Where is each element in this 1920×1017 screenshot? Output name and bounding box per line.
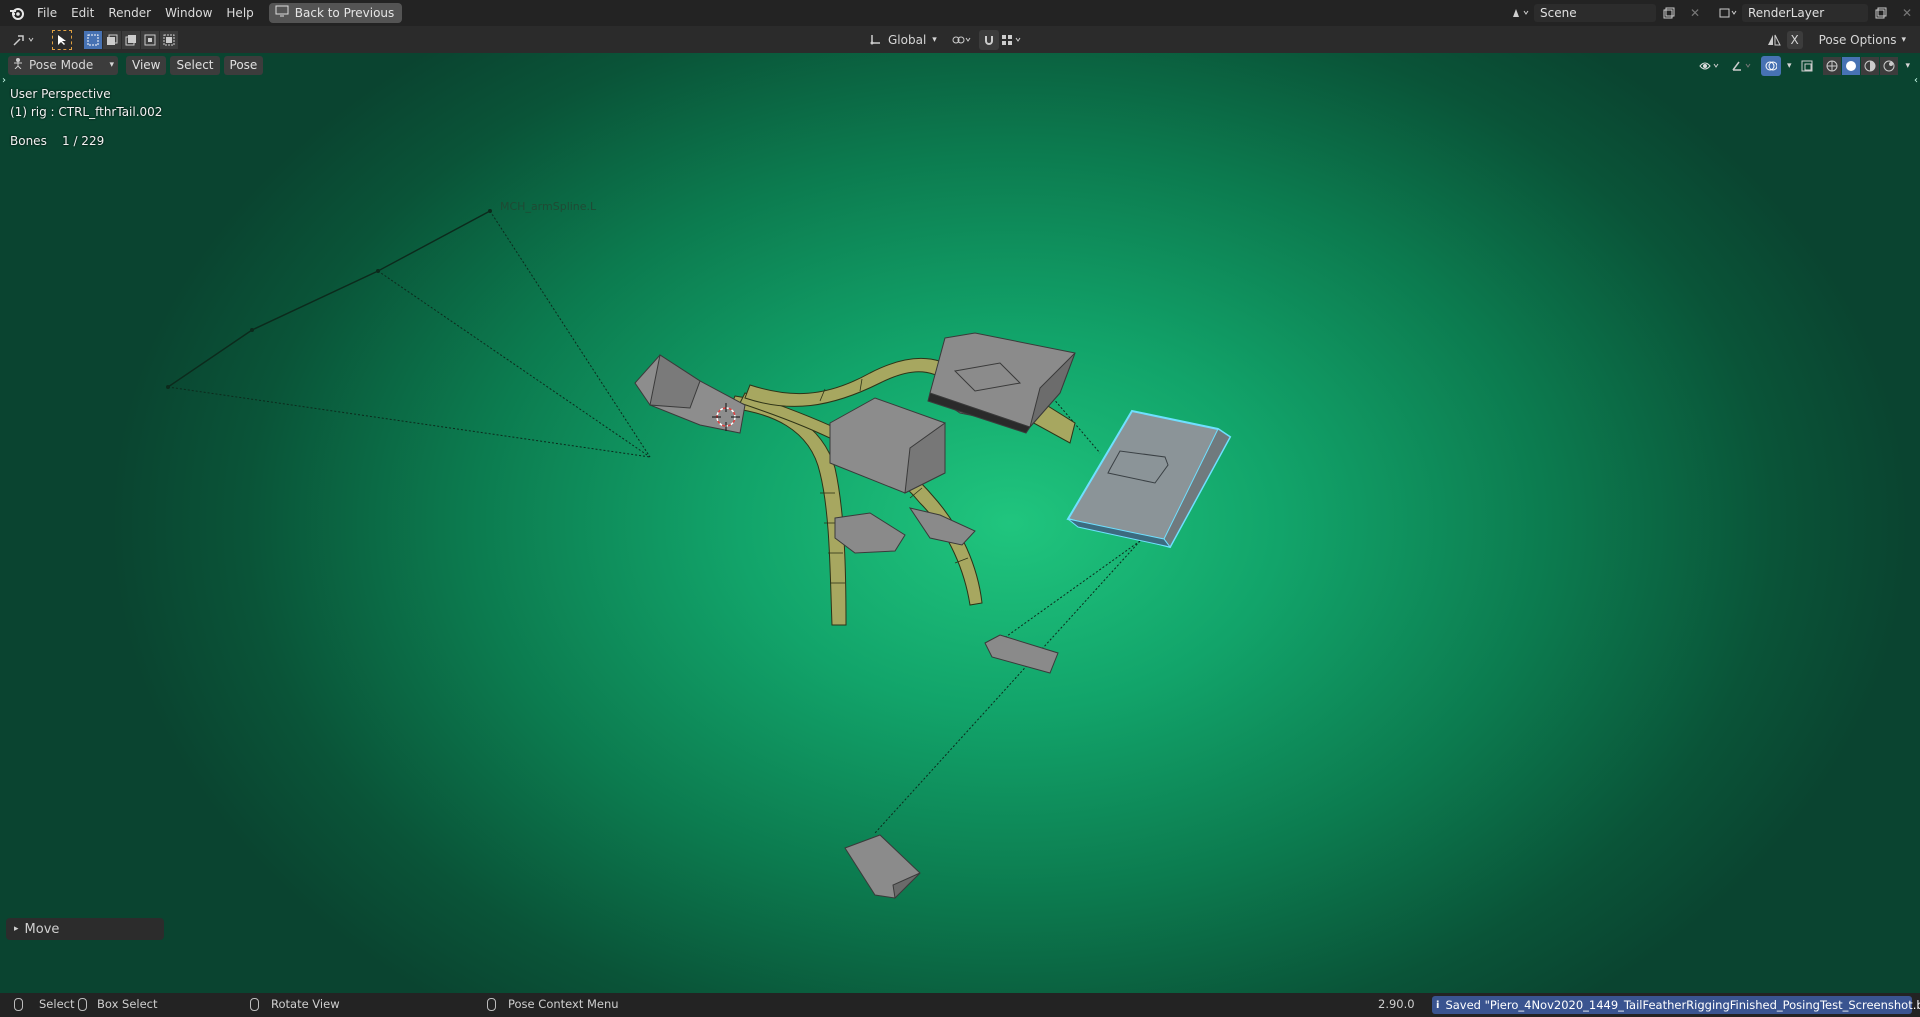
mirror-icon xyxy=(1765,30,1783,50)
status-box-select-label: Box Select xyxy=(97,997,158,1011)
selected-bone-shape xyxy=(1066,409,1232,549)
x-mirror-toggle[interactable]: X xyxy=(1786,31,1803,49)
status-bar: Select Box Select Rotate View Pose Conte… xyxy=(0,993,1920,1017)
viewport-display-controls: ▾ ▾ xyxy=(1697,56,1910,76)
status-rotate-view: Rotate View xyxy=(250,997,340,1011)
xray-icon[interactable] xyxy=(1797,56,1817,76)
expand-arrow-icon: ▸ xyxy=(14,924,19,934)
status-rotate-label: Rotate View xyxy=(271,997,340,1011)
status-context-menu: Pose Context Menu xyxy=(487,997,619,1011)
select-invert-icon[interactable] xyxy=(141,30,159,49)
menu-file[interactable]: File xyxy=(30,2,64,24)
orientation-icon xyxy=(870,33,882,48)
scene-canvas[interactable]: MCH_armSpline.L xyxy=(0,53,1920,993)
menu-window[interactable]: Window xyxy=(158,2,219,24)
delete-render-layer-icon[interactable]: ✕ xyxy=(1894,3,1920,23)
gizmo-icon[interactable] xyxy=(1729,56,1755,76)
menu-help[interactable]: Help xyxy=(219,2,260,24)
status-context-label: Pose Context Menu xyxy=(508,997,619,1011)
pose-options-group: X Pose Options ▾ xyxy=(1765,30,1912,50)
toolbar-toggle-icon[interactable]: › xyxy=(2,75,6,86)
select-intersect-icon[interactable] xyxy=(160,30,178,49)
blender-logo-icon[interactable] xyxy=(4,3,30,23)
select-extend-icon[interactable] xyxy=(103,30,121,49)
pivot-point-icon[interactable] xyxy=(949,30,975,50)
active-object-label: (1) rig : CTRL_fthrTail.002 xyxy=(10,105,163,119)
selection-mode-group xyxy=(84,30,179,49)
new-render-layer-icon[interactable] xyxy=(1868,3,1894,23)
bone-shape-left xyxy=(834,512,906,554)
pose-mode-icon xyxy=(12,56,24,75)
bones-stat-label: Bones xyxy=(10,134,47,148)
arm-spline-curve xyxy=(167,210,491,388)
snap-magnet-icon[interactable] xyxy=(978,30,999,50)
new-scene-icon[interactable] xyxy=(1656,3,1682,23)
bone-shapes xyxy=(634,332,1076,900)
right-mouse-icon xyxy=(487,997,496,1011)
chevron-down-icon[interactable]: ▾ xyxy=(1787,61,1792,71)
spline-point xyxy=(250,328,254,332)
interaction-mode-select[interactable]: Pose Mode ▾ xyxy=(8,55,118,75)
select-tool-icon[interactable] xyxy=(52,29,72,50)
bone-shape-lower xyxy=(984,634,1059,674)
transform-controls: Global ▾ xyxy=(864,30,1025,50)
mode-label: Pose Mode xyxy=(29,57,94,72)
menu-select[interactable]: Select xyxy=(170,55,220,75)
status-select: Select xyxy=(14,997,74,1011)
scene-name-field[interactable]: Scene xyxy=(1534,4,1656,22)
top-bar: File Edit Render Window Help Back to Pre… xyxy=(0,0,1920,26)
report-message-text: Saved "Piero_4Nov2020_1449_TailFeatherRi… xyxy=(1445,998,1920,1012)
menu-render[interactable]: Render xyxy=(101,2,158,24)
wireframe-shading-icon[interactable] xyxy=(1823,57,1842,75)
viewport-header: Pose Mode ▾ View Select Pose ▾ ▾ xyxy=(0,53,1920,77)
bone-shape-bottom xyxy=(844,834,921,899)
chevron-down-icon: ▾ xyxy=(109,59,114,70)
menu-view[interactable]: View xyxy=(126,55,167,75)
report-message[interactable]: i Saved "Piero_4Nov2020_1449_TailFeather… xyxy=(1432,996,1920,1014)
scene-selector-group: Scene ✕ RenderLayer ✕ xyxy=(1508,0,1920,26)
last-operator-panel[interactable]: ▸ Move xyxy=(6,918,164,940)
menu-pose[interactable]: Pose xyxy=(223,55,264,75)
render-layer-field[interactable]: RenderLayer xyxy=(1742,4,1868,22)
solid-shading-icon[interactable] xyxy=(1842,57,1861,75)
relation-lines xyxy=(167,210,1141,834)
left-mouse-drag-icon xyxy=(78,997,87,1011)
chevron-down-icon: ▾ xyxy=(932,35,937,45)
status-select-label: Select xyxy=(39,997,75,1011)
pose-options-label: Pose Options xyxy=(1818,32,1897,47)
overlays-icon[interactable] xyxy=(1760,56,1781,76)
left-mouse-icon xyxy=(14,997,23,1011)
chevron-down-icon[interactable]: ▾ xyxy=(1905,61,1910,71)
orientation-select[interactable]: Global ▾ xyxy=(864,30,943,50)
sidebar-toggle-icon[interactable]: ‹ xyxy=(1914,75,1918,86)
visibility-icon[interactable] xyxy=(1697,56,1723,76)
menu-edit[interactable]: Edit xyxy=(64,2,101,24)
render-layer-browse-icon[interactable] xyxy=(1716,3,1742,23)
material-shading-icon[interactable] xyxy=(1861,57,1880,75)
pose-options-dropdown[interactable]: Pose Options ▾ xyxy=(1813,31,1912,50)
last-operator-label: Move xyxy=(24,921,60,937)
bone-name-label: MCH_armSpline.L xyxy=(500,200,597,213)
select-subtract-icon[interactable] xyxy=(122,30,140,49)
bones-stat-value: 1 / 229 xyxy=(62,134,105,148)
chevron-down-icon: ▾ xyxy=(1901,34,1906,45)
orientation-label: Global xyxy=(888,33,927,47)
back-to-previous-button[interactable]: Back to Previous xyxy=(268,3,403,23)
editor-type-icon[interactable] xyxy=(8,30,42,50)
rendered-shading-icon[interactable] xyxy=(1880,57,1899,75)
status-box-select: Box Select xyxy=(78,997,158,1011)
scene-browse-icon[interactable] xyxy=(1508,3,1534,23)
snap-target-icon[interactable] xyxy=(999,30,1025,50)
middle-mouse-icon xyxy=(250,997,259,1011)
back-to-previous-label: Back to Previous xyxy=(294,6,395,20)
select-new-icon[interactable] xyxy=(84,30,102,49)
shading-mode-group xyxy=(1823,57,1899,75)
view-perspective-label: User Perspective xyxy=(10,87,111,101)
delete-scene-icon[interactable]: ✕ xyxy=(1682,3,1708,23)
screen-icon xyxy=(275,3,289,23)
version-label: 2.90.0 xyxy=(1378,997,1415,1011)
tool-header: Global ▾ X Pose Options ▾ xyxy=(0,26,1920,54)
3d-viewport[interactable]: MCH_armSpline.L Pose Mode ▾ View Select … xyxy=(0,53,1920,993)
info-icon: i xyxy=(1436,999,1440,1011)
